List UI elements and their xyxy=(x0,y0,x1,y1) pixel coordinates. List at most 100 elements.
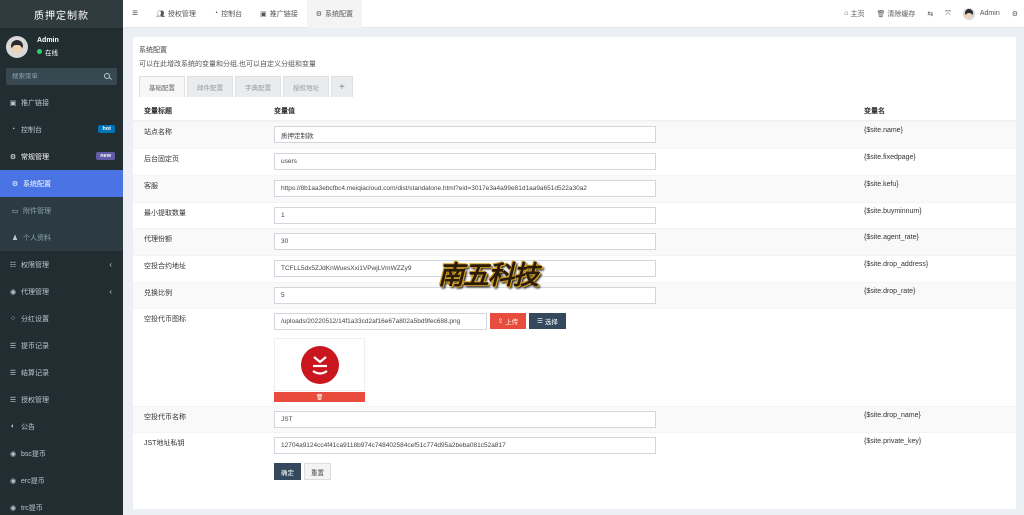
top-navbar: ≡ 👥︎ 授权管理 ◔ 控制台 ▣ 推广链接 ⚙ 系统配置 ⌂ 主页 🗑︎ 清除缓存 ⇆ ⤧… xyxy=(123,0,1024,28)
sidebar-item-withdraw-records[interactable]: ☰ 提币记录 xyxy=(0,332,123,359)
sidebar-item-bsc[interactable]: ◉ bsc提币 xyxy=(0,440,123,467)
private-key-field[interactable] xyxy=(274,437,656,454)
brand-logo[interactable]: 质押定制款 xyxy=(0,0,123,28)
confirm-button[interactable]: 确定 xyxy=(274,463,301,480)
clear-cache-button[interactable]: 🗑︎ 清除缓存 xyxy=(871,9,922,19)
table-row: 空投合约地址 {$site.drop_address} xyxy=(133,255,1016,282)
navbar-right: ⌂ 主页 🗑︎ 清除缓存 ⇆ ⤧ Admin ⚙ xyxy=(838,0,1024,28)
agent-rate-field[interactable] xyxy=(274,233,656,250)
sidebar-item-label: 代理管理 xyxy=(21,288,49,296)
row-title: 空投合约地址 xyxy=(144,263,186,270)
table-header: 变量标题 变量值 变量名 xyxy=(133,106,1016,121)
config-table: 变量标题 变量值 变量名 站点名称 {$site.name} 后台固定页 {$s… xyxy=(133,106,1016,489)
submenu-general: ⚙ 系统配置 ▭ 附件管理 ♟ 个人资料 xyxy=(0,170,123,251)
delete-image-button[interactable]: 🗑︎ xyxy=(274,392,365,402)
tab-authorization[interactable]: 👥︎ 授权管理 xyxy=(147,0,205,28)
drop-logo-path-field[interactable] xyxy=(274,313,487,330)
translate-icon[interactable]: ⇆ xyxy=(921,10,939,18)
home-icon: ⌂ xyxy=(844,10,849,17)
page-title: 系统配置 xyxy=(139,47,167,54)
list-icon: ☰ xyxy=(537,318,543,325)
sidebar-search xyxy=(6,68,117,85)
logo-preview xyxy=(274,338,365,391)
menu-toggle-icon[interactable]: ≡ xyxy=(123,8,147,19)
home-link[interactable]: ⌂ 主页 xyxy=(838,9,870,19)
config-tabs: 基础配置 邮件配置 字典配置 授权地址 + xyxy=(133,76,1016,97)
config-panel: 系统配置 可以在此增改系统的变量和分组,也可以自定义分组和变量 基础配置 邮件配… xyxy=(133,37,1016,509)
reset-button[interactable]: 重置 xyxy=(304,463,331,480)
trash-icon: 🗑︎ xyxy=(876,10,886,18)
list-icon: ☰ xyxy=(9,396,17,404)
row-title: 空投代币名称 xyxy=(144,414,186,421)
sidebar-item-label: 推广链接 xyxy=(21,99,49,107)
sidebar-item-label: 公告 xyxy=(21,423,35,431)
settings-gear-icon[interactable]: ⚙ xyxy=(1006,10,1024,18)
sidebar-item-profile[interactable]: ♟ 个人资料 xyxy=(0,224,123,251)
sidebar-item-attachments[interactable]: ▭ 附件管理 xyxy=(0,197,123,224)
row-title: 最小提取数量 xyxy=(144,210,186,217)
user-panel: Admin 在线 xyxy=(0,28,123,65)
tab-email-config[interactable]: 邮件配置 xyxy=(187,76,233,97)
fixed-page-field[interactable] xyxy=(274,153,656,170)
square-icon: ▣ xyxy=(9,99,17,107)
sidebar-item-erc[interactable]: ◉ erc提币 xyxy=(0,467,123,494)
group-icon: ☷ xyxy=(9,261,17,269)
fullscreen-icon[interactable]: ⤧ xyxy=(939,10,957,18)
sidebar-item-dividend[interactable]: ○ 分红设置 xyxy=(0,305,123,332)
tab-auth-address[interactable]: 授权地址 xyxy=(283,76,329,97)
page-description: 可以在此增改系统的变量和分组,也可以自定义分组和变量 xyxy=(139,61,316,68)
sidebar-item-authorization[interactable]: ☰ 授权管理 xyxy=(0,386,123,413)
sidebar-item-dashboard[interactable]: ◔ 控制台 hot xyxy=(0,116,123,143)
sidebar-item-agents[interactable]: ◉ 代理管理 ‹ xyxy=(0,278,123,305)
choose-button[interactable]: ☰ 选择 xyxy=(529,313,566,329)
chevron-left-icon: ‹ xyxy=(109,260,112,269)
upload-button[interactable]: ⇪ 上传 xyxy=(490,313,526,329)
table-row: 最小提取数量 {$site.buyminnum} xyxy=(133,202,1016,228)
sidebar-item-trc[interactable]: ◉ trc提币 xyxy=(0,494,123,515)
sidebar-item-label: 常规管理 xyxy=(21,153,49,161)
table-row: 兑换比例 {$site.drop_rate} xyxy=(133,282,1016,308)
kefu-url-field[interactable] xyxy=(274,180,656,197)
user-icon: ♟ xyxy=(11,234,19,242)
sidebar-item-system-config[interactable]: ⚙ 系统配置 xyxy=(0,170,123,197)
clear-cache-label: 清除缓存 xyxy=(887,10,916,18)
tab-basic-config[interactable]: 基础配置 xyxy=(139,76,185,97)
row-title: JST地址私钥 xyxy=(144,440,185,447)
column-header-value: 变量值 xyxy=(274,108,295,115)
column-header-title: 变量标题 xyxy=(144,108,172,115)
table-row: 后台固定页 {$site.fixedpage} xyxy=(133,148,1016,175)
watermark-text: 南五科技 xyxy=(437,260,539,291)
row-variable-name: {$site.drop_address} xyxy=(864,261,929,268)
user-menu[interactable]: Admin xyxy=(957,7,1006,20)
sidebar-item-label: trc提币 xyxy=(21,504,43,512)
user-circle-icon: ◉ xyxy=(9,477,17,485)
tab-dashboard[interactable]: ◔ 控制台 xyxy=(205,0,251,28)
tab-promo-link[interactable]: ▣ 推广链接 xyxy=(251,0,307,28)
add-tab-button[interactable]: + xyxy=(331,76,353,97)
drop-name-field[interactable] xyxy=(274,411,656,428)
site-name-field[interactable] xyxy=(274,126,656,143)
row-variable-name: {$site.kefu} xyxy=(864,181,899,188)
sidebar-item-settlement[interactable]: ☰ 结算记录 xyxy=(0,359,123,386)
sidebar-item-promo-link[interactable]: ▣ 推广链接 xyxy=(0,89,123,116)
search-icon[interactable] xyxy=(104,73,111,80)
list-icon: ☰ xyxy=(9,369,17,377)
sidebar-item-general[interactable]: ⚙ 常规管理 new xyxy=(0,143,123,170)
min-withdraw-field[interactable] xyxy=(274,207,656,224)
file-icon: ▭ xyxy=(11,207,19,215)
users-icon: 👥︎ xyxy=(156,10,165,18)
search-input[interactable] xyxy=(12,73,92,80)
sidebar-item-label: bsc提币 xyxy=(21,450,46,458)
row-variable-name: {$site.name} xyxy=(864,127,903,134)
circle-icon: ○ xyxy=(10,315,16,322)
tab-dictionary-config[interactable]: 字典配置 xyxy=(235,76,281,97)
trash-icon: 🗑︎ xyxy=(315,394,324,401)
sidebar-item-label: 系统配置 xyxy=(23,180,51,188)
tab-system-config[interactable]: ⚙ 系统配置 xyxy=(306,0,363,28)
gear-icon: ⚙ xyxy=(315,10,323,18)
table-row: 客服 {$site.kefu} xyxy=(133,175,1016,202)
sidebar-item-permissions[interactable]: ☷ 权限管理 ‹ xyxy=(0,251,123,278)
list-icon: ☰ xyxy=(9,342,17,350)
sidebar-item-notice[interactable]: ◐ 公告 xyxy=(0,413,123,440)
row-title: 客服 xyxy=(144,183,158,190)
